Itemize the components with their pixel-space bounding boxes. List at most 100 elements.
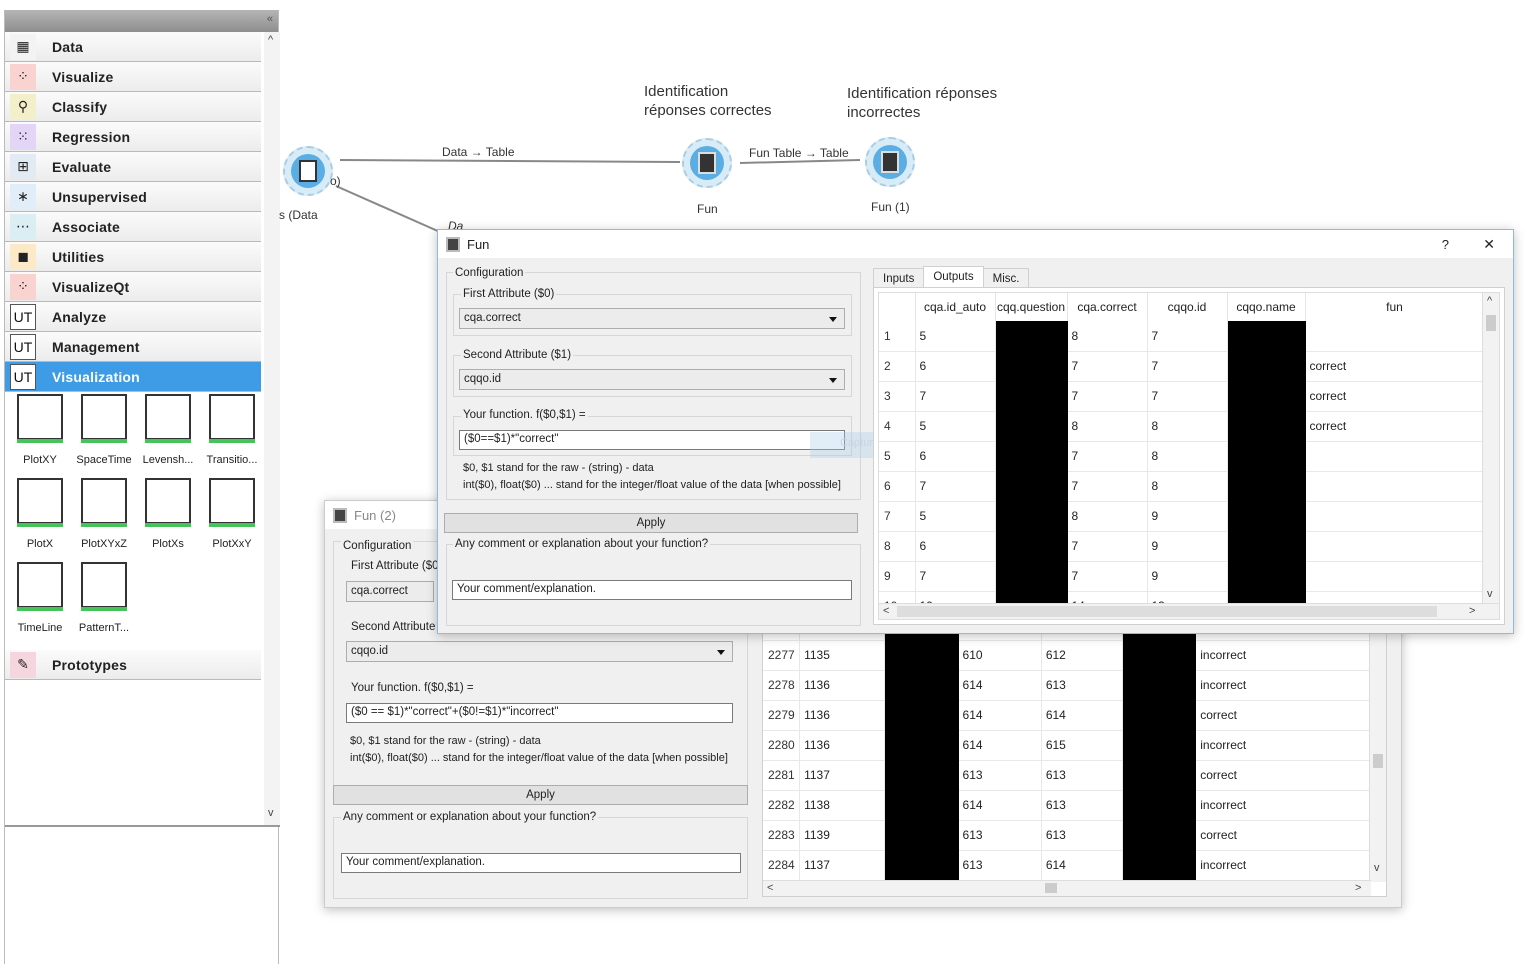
- table-row[interactable]: 86 79: [879, 531, 1485, 562]
- table-cell: 613: [1041, 820, 1124, 851]
- fun2-comment-input[interactable]: Your comment/explanation.: [341, 853, 741, 873]
- fun2-apply-button[interactable]: Apply: [333, 785, 748, 805]
- table-cell: 7: [915, 561, 996, 592]
- fun-titlebar[interactable]: Fun ? ✕: [438, 230, 1513, 258]
- column-header[interactable]: cqq.question: [995, 293, 1068, 321]
- table-cell: 1138: [799, 790, 886, 821]
- fun2-second-attr-label: Second Attribute: [349, 621, 438, 633]
- table-cell: 9: [1147, 531, 1228, 562]
- table-cell: [995, 501, 1068, 532]
- fun2-function-input[interactable]: ($0 == $1)*"correct"+($0!=$1)*"incorrect…: [346, 703, 733, 723]
- fun-table-hscroll[interactable]: < >: [879, 603, 1499, 619]
- fun-second-attr-label: Second Attribute ($1): [461, 349, 574, 361]
- fun-comment-input[interactable]: Your comment/explanation.: [452, 580, 852, 600]
- table-row[interactable]: 75 89: [879, 501, 1485, 532]
- table-row[interactable]: 2282 1138 614 613 incorrect: [763, 790, 1371, 821]
- node-fun[interactable]: [682, 138, 732, 188]
- table-cell: 8: [1067, 411, 1148, 442]
- fun-function-input[interactable]: ($0==$1)*"correct": [459, 430, 845, 450]
- help-button[interactable]: ?: [1442, 237, 1449, 252]
- scroll-right-icon: >: [1355, 882, 1362, 894]
- row-number: 2281: [763, 760, 801, 791]
- table-cell: correct: [1305, 411, 1485, 442]
- close-icon[interactable]: ✕: [1483, 236, 1495, 253]
- row-number: 2277: [763, 640, 801, 671]
- table-cell: [884, 760, 959, 791]
- fun-first-attr-combo[interactable]: cqa.correct: [459, 308, 845, 329]
- table-row[interactable]: 2283 1139 613 613 correct: [763, 820, 1371, 851]
- table-cell: [1305, 561, 1485, 592]
- column-header[interactable]: cqqo.name: [1227, 293, 1306, 321]
- table-cell: [995, 411, 1068, 442]
- table-cell: [884, 850, 959, 881]
- fun-widget-icon: [446, 236, 460, 252]
- node-data[interactable]: [283, 146, 333, 196]
- table-row[interactable]: 4 5 8 8 correct: [879, 411, 1485, 442]
- fun-help-raw: $0, $1 stand for the raw - (string) - da…: [463, 462, 654, 474]
- table-row[interactable]: 1587: [879, 321, 1485, 352]
- row-number: 2280: [763, 730, 801, 761]
- table-cell: 1137: [799, 760, 886, 791]
- table-cell: [1305, 531, 1485, 562]
- table-row[interactable]: 56 78: [879, 441, 1485, 472]
- fun-second-attr-combo[interactable]: cqqo.id: [459, 369, 845, 390]
- table-row[interactable]: 2 6 7 7 correct: [879, 351, 1485, 382]
- table-cell: 9: [1147, 501, 1228, 532]
- table-cell: [884, 730, 959, 761]
- table-cell: [1227, 501, 1306, 532]
- table-row[interactable]: 2279 1136 614 614 correct: [763, 700, 1371, 731]
- fun-table-vscroll[interactable]: ^ v: [1482, 293, 1499, 605]
- table-cell: incorrect: [1195, 640, 1371, 671]
- column-header[interactable]: cqqo.id: [1147, 293, 1228, 321]
- table-cell: [1227, 441, 1306, 472]
- fun-output-table-view: cqa.id_auto cqq.question cqa.correct cqqo.i…: [878, 292, 1500, 620]
- table-cell: [884, 820, 959, 851]
- node-fun-1[interactable]: [865, 137, 915, 187]
- table-cell: 7: [915, 381, 996, 412]
- fun2-first-attr-combo[interactable]: cqa.correct: [346, 581, 434, 602]
- table-row[interactable]: 3 7 7 7 correct: [879, 381, 1485, 412]
- column-header[interactable]: fun: [1305, 293, 1485, 321]
- fun2-table-vscroll[interactable]: v: [1369, 626, 1386, 882]
- table-cell: 610: [958, 640, 1042, 671]
- fun-dialog: Fun ? ✕ Configuration First Attribute ($…: [437, 229, 1514, 634]
- table-cell: 1137: [799, 850, 886, 881]
- table-cell: [1122, 820, 1197, 851]
- table-cell: [1227, 351, 1306, 382]
- scroll-right-icon: >: [1469, 605, 1476, 617]
- table-cell: [884, 640, 959, 671]
- chevron-down-icon: [829, 378, 837, 383]
- column-header[interactable]: cqa.correct: [1067, 293, 1148, 321]
- fun-comment-label: Any comment or explanation about your fu…: [453, 538, 711, 550]
- table-row[interactable]: 2281 1137 613 613 correct: [763, 760, 1371, 791]
- fun2-second-attr-combo[interactable]: cqqo.id: [346, 641, 733, 662]
- table-row[interactable]: 2284 1137 613 614 incorrect: [763, 850, 1371, 881]
- row-number: 5: [879, 441, 916, 472]
- table-cell: 613: [1041, 760, 1124, 791]
- node-data-caption: s (Data: [279, 208, 318, 222]
- table-cell: incorrect: [1195, 730, 1371, 761]
- fun-function-label: Your function. f($0,$1) =: [461, 409, 588, 421]
- column-header[interactable]: [879, 293, 916, 321]
- table-cell: [884, 670, 959, 701]
- table-row[interactable]: 2278 1136 614 613 incorrect: [763, 670, 1371, 701]
- tab-outputs[interactable]: Outputs: [923, 266, 984, 289]
- fun-table-icon: [690, 146, 724, 180]
- table-cell: 8: [1067, 321, 1148, 352]
- table-cell: [995, 561, 1068, 592]
- scroll-left-icon: <: [883, 605, 890, 617]
- table-cell: [1227, 471, 1306, 502]
- table-row[interactable]: 9779: [879, 561, 1485, 592]
- table-cell: [884, 700, 959, 731]
- column-header[interactable]: cqa.id_auto: [915, 293, 996, 321]
- fun-apply-button[interactable]: Apply: [444, 513, 858, 533]
- fun-widget-icon: [333, 507, 347, 523]
- table-row[interactable]: 2277 1135 610 612 incorrect: [763, 640, 1371, 671]
- fun2-table-hscroll[interactable]: < >: [763, 880, 1371, 896]
- table-cell: 6: [915, 531, 996, 562]
- table-row[interactable]: 6778: [879, 471, 1485, 502]
- table-row[interactable]: 2280 1136 614 615 incorrect: [763, 730, 1371, 761]
- row-number: 1: [879, 321, 916, 352]
- row-number: 2282: [763, 790, 801, 821]
- table-cell: 1136: [799, 730, 886, 761]
